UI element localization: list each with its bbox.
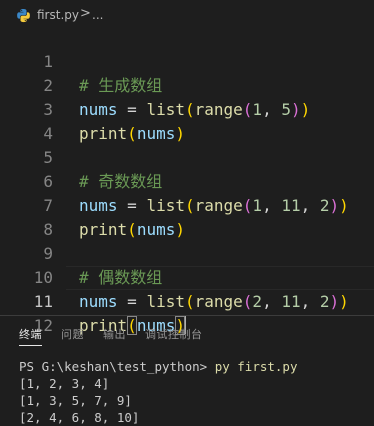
python-file-icon: [16, 8, 31, 23]
code-line[interactable]: 9 # 偶数数组: [0, 218, 374, 287]
code-line-active[interactable]: 11 print(nums): [0, 266, 374, 335]
terminal[interactable]: PS G:\keshan\test_python> py first.py [1…: [19, 358, 369, 426]
terminal-command-line: PS G:\keshan\test_python> py first.py: [19, 358, 369, 375]
chevron-right-icon: >: [80, 6, 91, 21]
code-line[interactable]: 6 nums = list(range(1, 11, 2)): [0, 146, 374, 215]
terminal-output-line: [1, 3, 5, 7, 9]: [19, 393, 132, 408]
code-line[interactable]: 4: [0, 98, 374, 143]
code-line[interactable]: 5 # 奇数数组: [0, 122, 374, 191]
active-tab-indicator: [19, 345, 42, 346]
code-line[interactable]: 3 print(nums): [0, 74, 374, 143]
code-line[interactable]: 10 nums = list(range(2, 11, 2)): [0, 242, 374, 311]
terminal-output-line: [2, 4, 6, 8, 10]: [19, 410, 140, 425]
code-editor[interactable]: 1 # 生成数组 2 nums = list(range(1, 5)) 3 pr…: [0, 26, 374, 335]
code-line[interactable]: 7 print(nums): [0, 170, 374, 239]
terminal-prompt: PS G:\keshan\test_python>: [19, 359, 208, 374]
panel-tabs: 终端 问题 输出 调试控制台: [0, 316, 374, 348]
code-line[interactable]: 12: [0, 290, 374, 335]
breadcrumb-symbols[interactable]: ...: [92, 8, 103, 22]
tab-terminal[interactable]: 终端: [19, 326, 42, 342]
code-line[interactable]: 8: [0, 194, 374, 239]
terminal-output-line: [1, 2, 3, 4]: [19, 376, 110, 391]
code-line[interactable]: 2 nums = list(range(1, 5)): [0, 50, 374, 119]
terminal-command: py first.py: [214, 359, 298, 374]
tab-output[interactable]: 输出: [103, 326, 126, 342]
code-line[interactable]: 1 # 生成数组: [0, 26, 374, 95]
breadcrumb-file[interactable]: first.py: [37, 8, 79, 22]
tab-problems[interactable]: 问题: [61, 326, 84, 342]
tab-debug-console[interactable]: 调试控制台: [145, 326, 203, 342]
